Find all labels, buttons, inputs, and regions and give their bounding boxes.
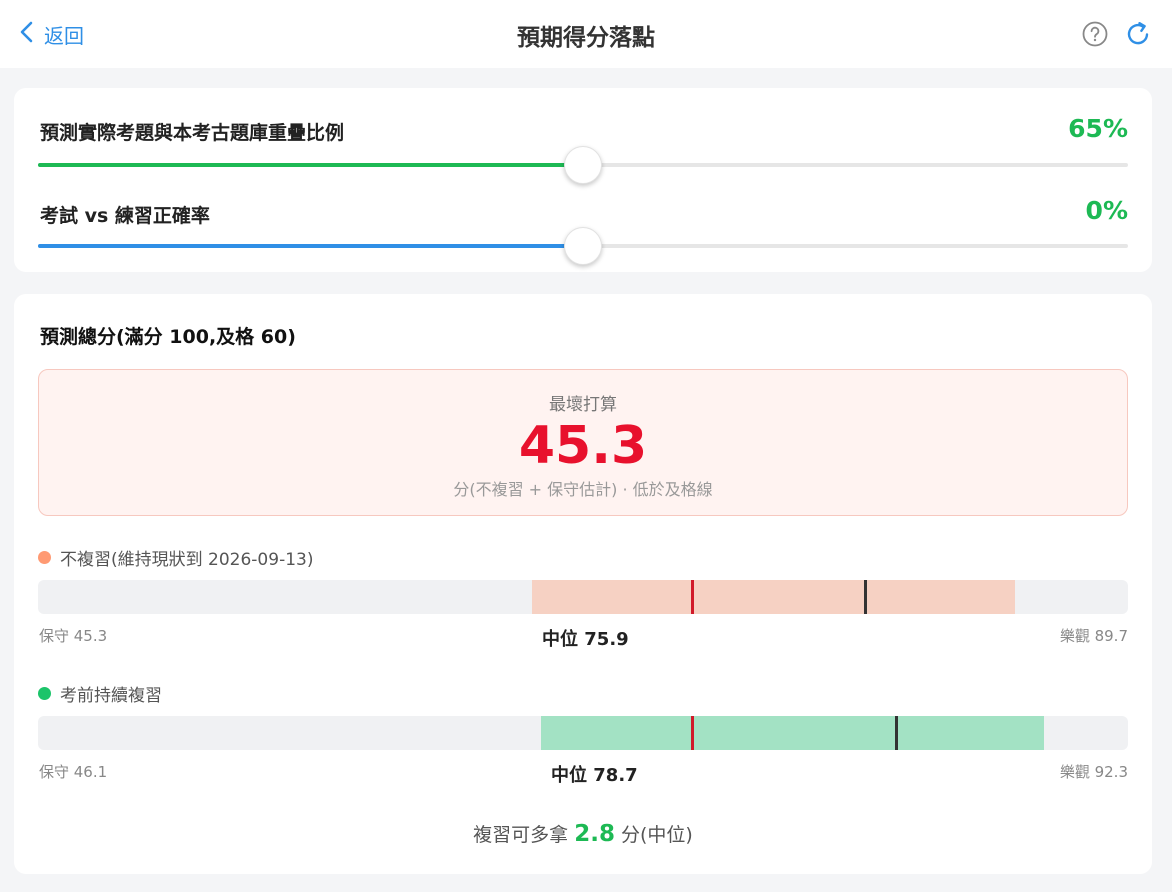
exam-vs-practice-fill (38, 244, 583, 248)
median-marker (894, 716, 898, 750)
exam-vs-practice-thumb[interactable] (564, 227, 602, 265)
optimistic-score: 樂觀 89.7 (1059, 627, 1128, 645)
refresh-icon[interactable] (1125, 20, 1152, 47)
overlap-ratio-label: 預測實際考題與本考古題庫重疊比例 (40, 122, 345, 144)
pass-line-marker (691, 716, 695, 750)
summary-prefix: 複習可多拿 (473, 824, 569, 846)
review-gain-summary: 複習可多拿 2.8 分(中位) (14, 820, 1152, 847)
exam-vs-practice-label: 考試 vs 練習正確率 (40, 205, 210, 227)
worst-case-note: 分(不複習 + 保守估計) · 低於及格線 (453, 480, 713, 499)
score-range-bar-no-review (38, 580, 1128, 614)
optimistic-score: 樂觀 92.3 (1059, 763, 1128, 781)
overlap-ratio-thumb[interactable] (564, 146, 602, 184)
overlap-ratio-value: 65% (1068, 114, 1128, 143)
score-range (532, 580, 1015, 614)
worst-case-score: 45.3 (518, 416, 648, 476)
median-marker (863, 580, 867, 614)
worst-case-label: 最壞打算 (549, 395, 617, 415)
scenario-legend-no-review: 不複習(維持現狀到 2026-09-13) (38, 545, 313, 570)
page-title: 預期得分落點 (517, 25, 655, 51)
exam-vs-practice-value: 0% (1085, 196, 1128, 225)
prediction-card: 預測總分(滿分 100,及格 60) 最壞打算 45.3 分(不複習 + 保守估… (14, 294, 1152, 874)
score-range (541, 716, 1044, 750)
scenario-name: 不複習(維持現狀到 2026-09-13) (60, 550, 314, 570)
exam-vs-practice-slider[interactable] (38, 227, 1128, 265)
summary-gain-value: 2.8 (574, 821, 615, 847)
worst-case-box: 最壞打算 45.3 分(不複習 + 保守估計) · 低於及格線 (38, 369, 1128, 516)
conservative-score: 保守 46.1 (39, 763, 108, 781)
median-score: 中位 75.9 (542, 629, 629, 650)
scenario-dot (38, 687, 51, 700)
slider-card: 預測實際考題與本考古題庫重疊比例 65% 考試 vs 練習正確率 0% (14, 88, 1152, 272)
overlap-ratio-slider[interactable] (38, 146, 1128, 184)
pass-line-marker (690, 580, 694, 614)
top-bar: 返回 預期得分落點 (0, 0, 1172, 68)
median-score: 中位 78.7 (551, 765, 638, 786)
help-icon[interactable] (1082, 21, 1108, 47)
summary-suffix: 分(中位) (621, 824, 693, 846)
scenario-dot (38, 551, 51, 564)
scenario-legend-review: 考前持續複習 (38, 681, 162, 706)
overlap-ratio-fill (38, 163, 583, 167)
score-range-bar-review (38, 716, 1128, 750)
scenario-name: 考前持續複習 (60, 686, 162, 706)
prediction-title: 預測總分(滿分 100,及格 60) (40, 326, 296, 348)
conservative-score: 保守 45.3 (39, 627, 108, 645)
